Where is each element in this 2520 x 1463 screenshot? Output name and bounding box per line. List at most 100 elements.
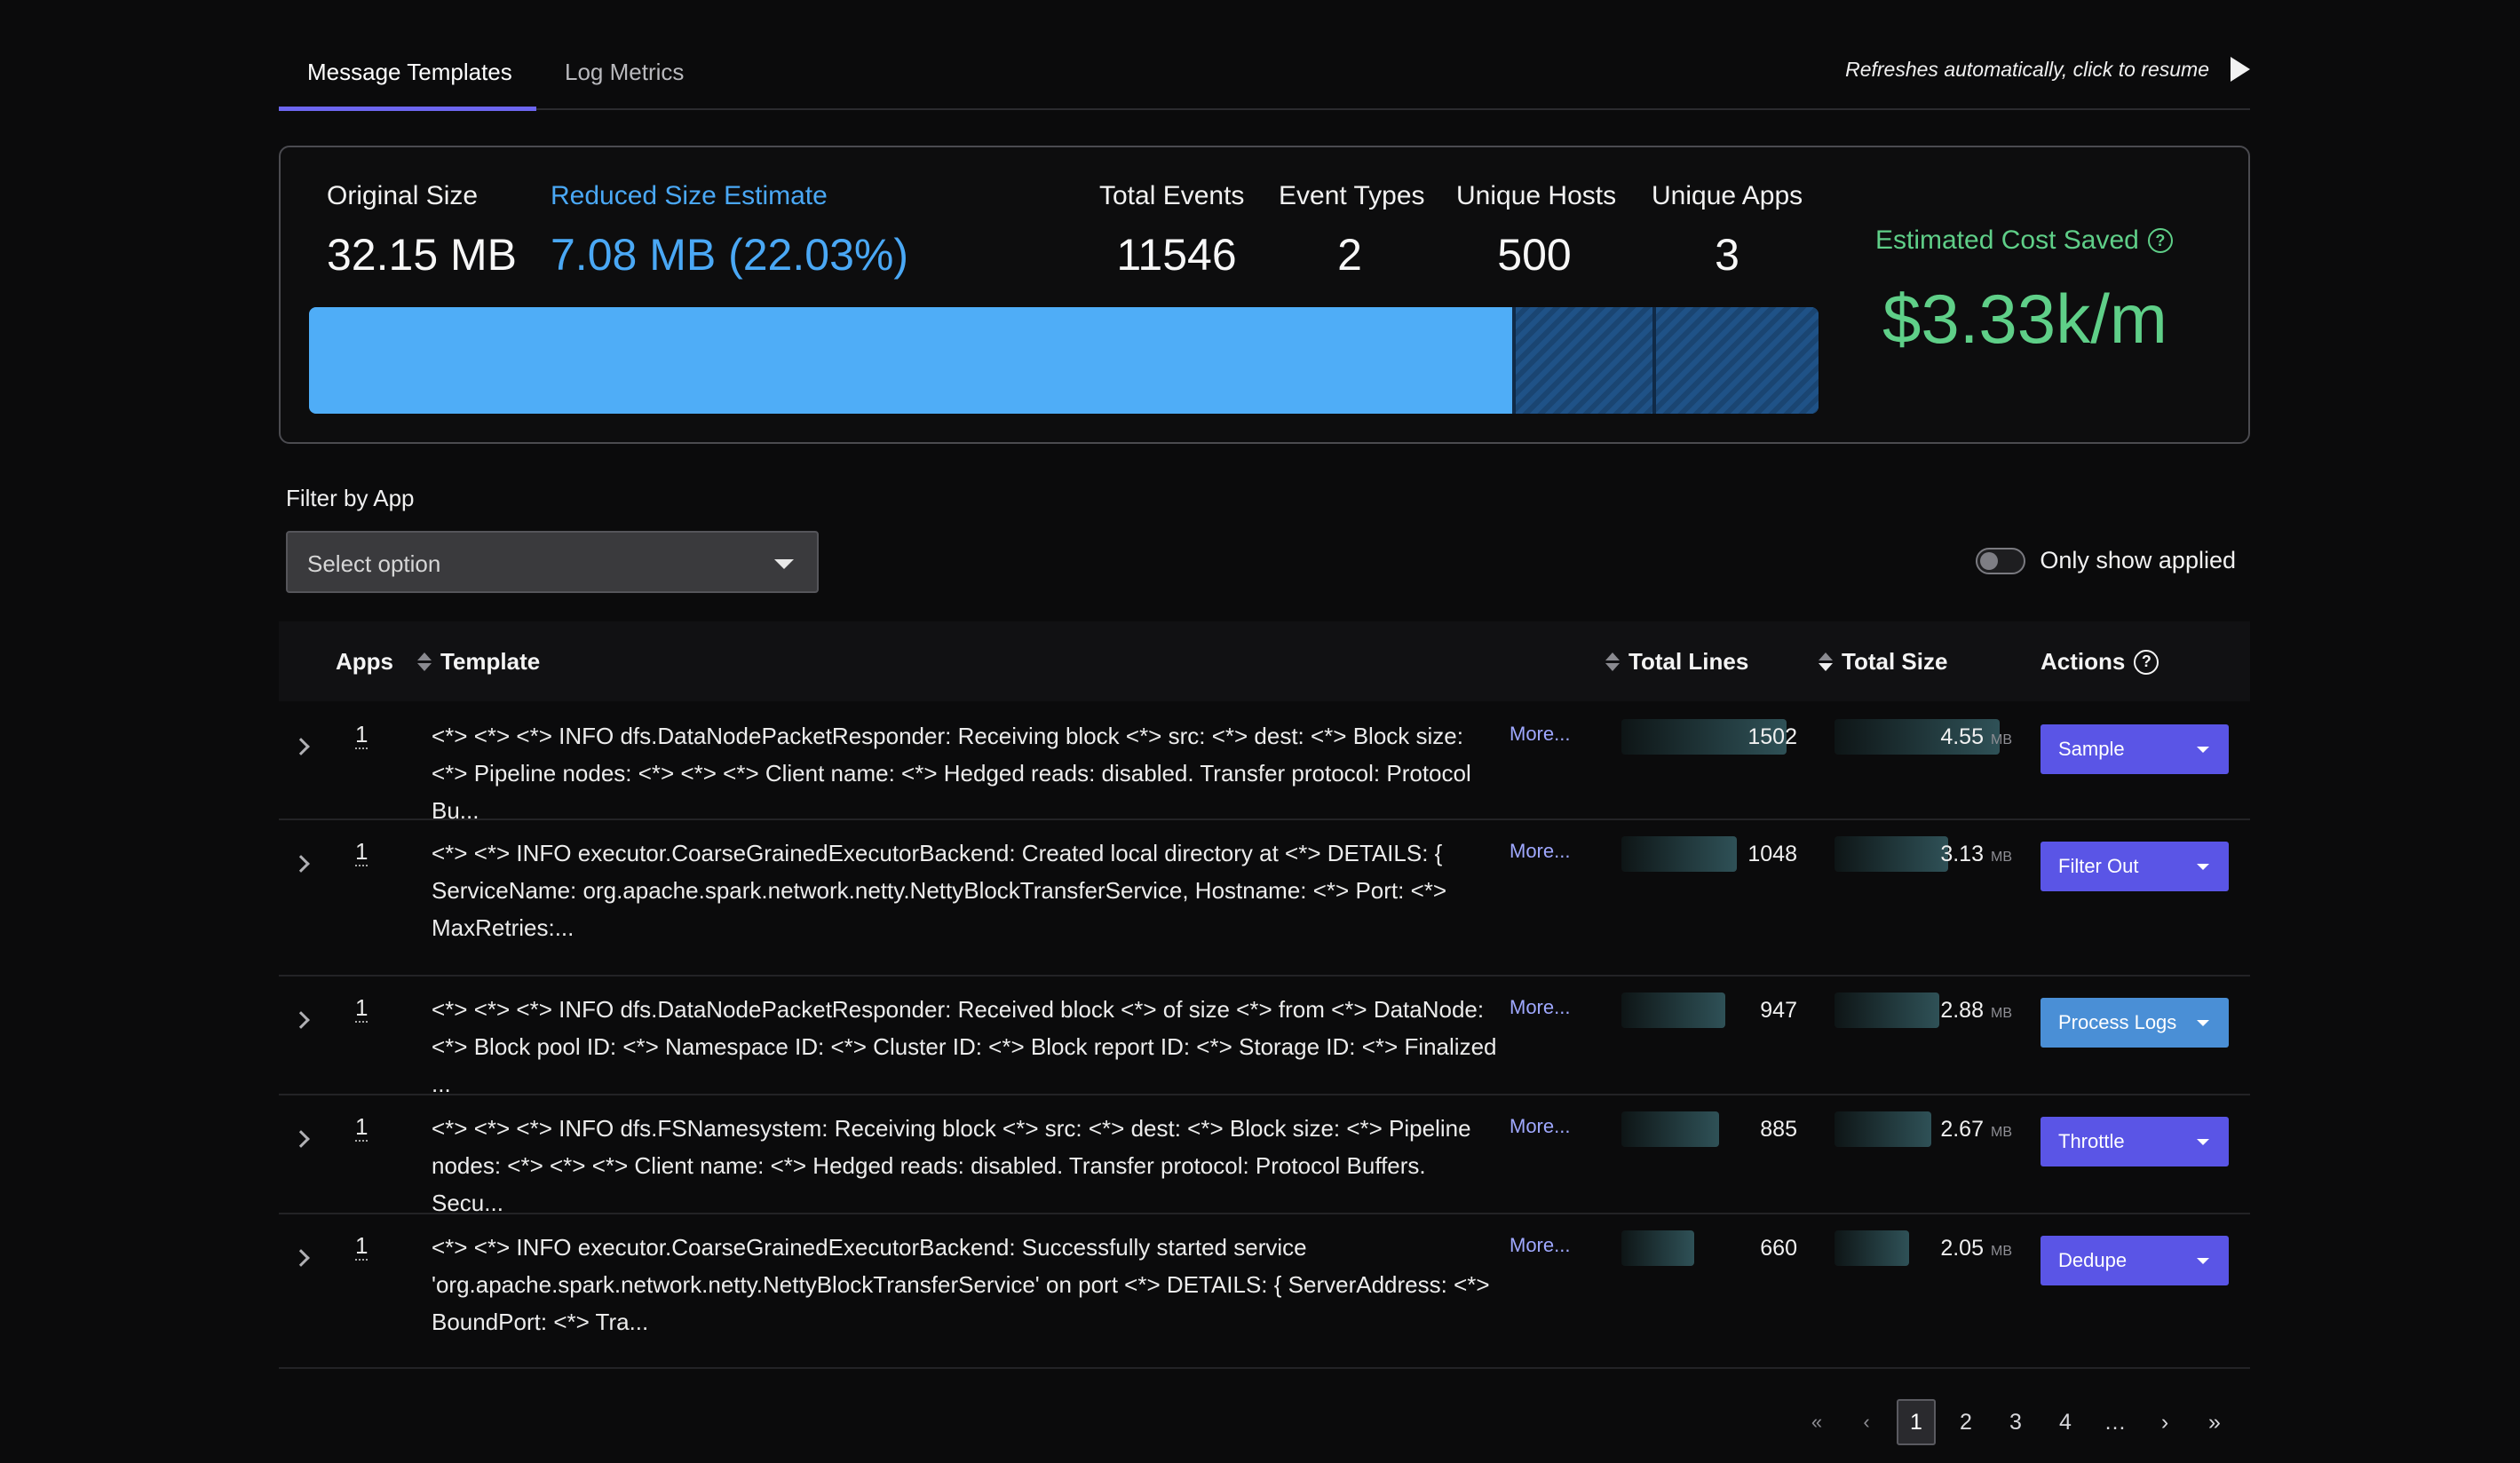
total-lines-value: 660 [1760,1236,1797,1261]
table-row[interactable]: 1 <*> <*> <*> INFO dfs.DataNodePacketResp… [279,703,2250,824]
action-label: Sample [2058,738,2125,760]
table-header: Apps Template Total Lines Total Size Act… [279,621,2250,701]
cost-saved-label: Estimated Cost Saved [1875,225,2139,255]
total-lines-bar [1621,1230,1694,1266]
tab-bar: Message Templates Log Metrics Refreshes … [279,0,2250,111]
pagination-ellipsis: … [2104,1409,2127,1435]
prev-page-button[interactable]: ‹ [1842,1399,1891,1445]
sort-icon[interactable] [417,652,432,671]
actions-header-label: Actions [2041,648,2126,675]
summary-card: Original Size 32.15 MB Reduced Size Esti… [279,146,2250,444]
action-dropdown[interactable]: Sample [2041,724,2229,774]
sort-descending-icon[interactable] [1819,652,1833,671]
total-size-value: 4.55 MB [1895,724,2012,750]
table-row[interactable]: 1 <*> <*> INFO executor.CoarseGrainedExec… [279,1214,2250,1369]
unique-apps-value: 3 [1715,230,1739,280]
unique-apps-label: Unique Apps [1652,181,1803,210]
first-page-button[interactable]: « [1792,1399,1842,1445]
action-dropdown[interactable]: Throttle [2041,1117,2229,1166]
table-row[interactable]: 1 <*> <*> <*> INFO dfs.DataNodePacketResp… [279,977,2250,1097]
chevron-down-icon[interactable] [2197,746,2209,753]
action-dropdown[interactable]: Dedupe [2041,1236,2229,1285]
last-page-button[interactable]: » [2190,1399,2239,1445]
total-lines-value: 947 [1760,998,1797,1023]
template-text: <*> <*> INFO executor.CoarseGrainedExecu… [432,1234,1490,1335]
total-lines-value: 1048 [1747,842,1797,866]
expand-row-chevron-icon[interactable] [292,1249,310,1267]
total-lines-value: 1502 [1747,724,1797,749]
more-link[interactable]: More... [1510,1234,1570,1257]
action-label: Process Logs [2058,1011,2177,1033]
tab-message-templates[interactable]: Message Templates [307,59,512,86]
next-page-button[interactable]: › [2140,1399,2190,1445]
total-events-value: 11546 [1116,230,1237,280]
toggle-switch[interactable] [1976,547,2026,574]
reduced-size-value: 7.08 MB (22.03%) [551,230,908,280]
total-events-label: Total Events [1099,181,1245,210]
expand-row-chevron-icon[interactable] [292,1130,310,1148]
page-button-3[interactable]: 3 [1991,1399,2041,1445]
help-icon[interactable]: ? [2134,649,2159,675]
apps-count[interactable]: 1 [355,994,368,1023]
help-icon[interactable]: ? [2147,228,2173,253]
apps-count[interactable]: 1 [355,838,368,866]
action-dropdown[interactable]: Process Logs [2041,998,2229,1048]
action-dropdown[interactable]: Filter Out [2041,842,2229,891]
only-show-applied-label: Only show applied [2040,547,2236,573]
more-link[interactable]: More... [1510,723,1570,746]
expand-row-chevron-icon[interactable] [292,1011,310,1029]
size-number: 3.13 [1940,842,1984,866]
event-type-segment [1652,307,1819,414]
pagination: « ‹ 1 2 3 4 … › » [1792,1399,2239,1445]
size-unit: MB [1991,850,2012,865]
unique-hosts-label: Unique Hosts [1456,181,1617,210]
only-show-applied-toggle[interactable]: Only show applied [1976,547,2236,574]
apps-count[interactable]: 1 [355,721,368,749]
filter-by-app-label: Filter by App [286,485,415,511]
table-row[interactable]: 1 <*> <*> <*> INFO dfs.FSNamesystem: Rece… [279,1095,2250,1216]
app-filter-placeholder: Select option [307,550,441,577]
size-unit: MB [1991,1006,2012,1021]
table-row[interactable]: 1 <*> <*> INFO executor.CoarseGrainedExec… [279,820,2250,977]
chevron-down-icon[interactable] [2197,1257,2209,1264]
template-column-header[interactable]: Template [417,648,540,676]
total-size-value: 2.05 MB [1895,1236,2012,1261]
cost-saved-header: Estimated Cost Saved ? [1875,225,2173,256]
tab-log-metrics[interactable]: Log Metrics [565,59,684,86]
page-button-4[interactable]: 4 [2041,1399,2090,1445]
total-size-header-label: Total Size [1842,648,1948,675]
cost-saved-value: $3.33k/m [1882,280,2167,358]
total-size-value: 2.88 MB [1895,998,2012,1024]
more-link[interactable]: More... [1510,840,1570,863]
refresh-resume-button[interactable]: Refreshes automatically, click to resume [1845,57,2250,82]
sort-icon[interactable] [1605,652,1620,671]
actions-column-header: Actions ? [2041,648,2159,676]
expand-row-chevron-icon[interactable] [292,738,310,755]
chevron-down-icon[interactable] [2197,863,2209,870]
size-unit: MB [1991,732,2012,747]
size-unit: MB [1991,1244,2012,1259]
action-label: Throttle [2058,1130,2125,1152]
chevron-down-icon [774,559,794,569]
apps-column-header[interactable]: Apps [336,648,393,676]
apps-count[interactable]: 1 [355,1113,368,1142]
size-number: 2.05 [1940,1236,1984,1261]
template-text: <*> <*> <*> INFO dfs.DataNodePacketRespo… [432,996,1497,1097]
chevron-down-icon[interactable] [2197,1019,2209,1026]
refresh-status-text: Refreshes automatically, click to resume [1845,57,2209,81]
event-types-label: Event Types [1279,181,1425,210]
play-icon[interactable] [2231,57,2250,82]
total-size-column-header[interactable]: Total Size [1819,648,1947,676]
expand-row-chevron-icon[interactable] [292,855,310,873]
app-filter-select[interactable]: Select option [286,531,819,593]
template-header-label: Template [440,648,541,675]
page-button-2[interactable]: 2 [1941,1399,1991,1445]
more-link[interactable]: More... [1510,1115,1570,1138]
more-link[interactable]: More... [1510,996,1570,1019]
unique-hosts-value: 500 [1497,230,1572,280]
page-button-1[interactable]: 1 [1897,1399,1936,1445]
total-lines-column-header[interactable]: Total Lines [1605,648,1748,676]
total-lines-value: 885 [1760,1117,1797,1142]
chevron-down-icon[interactable] [2197,1138,2209,1145]
apps-count[interactable]: 1 [355,1232,368,1261]
